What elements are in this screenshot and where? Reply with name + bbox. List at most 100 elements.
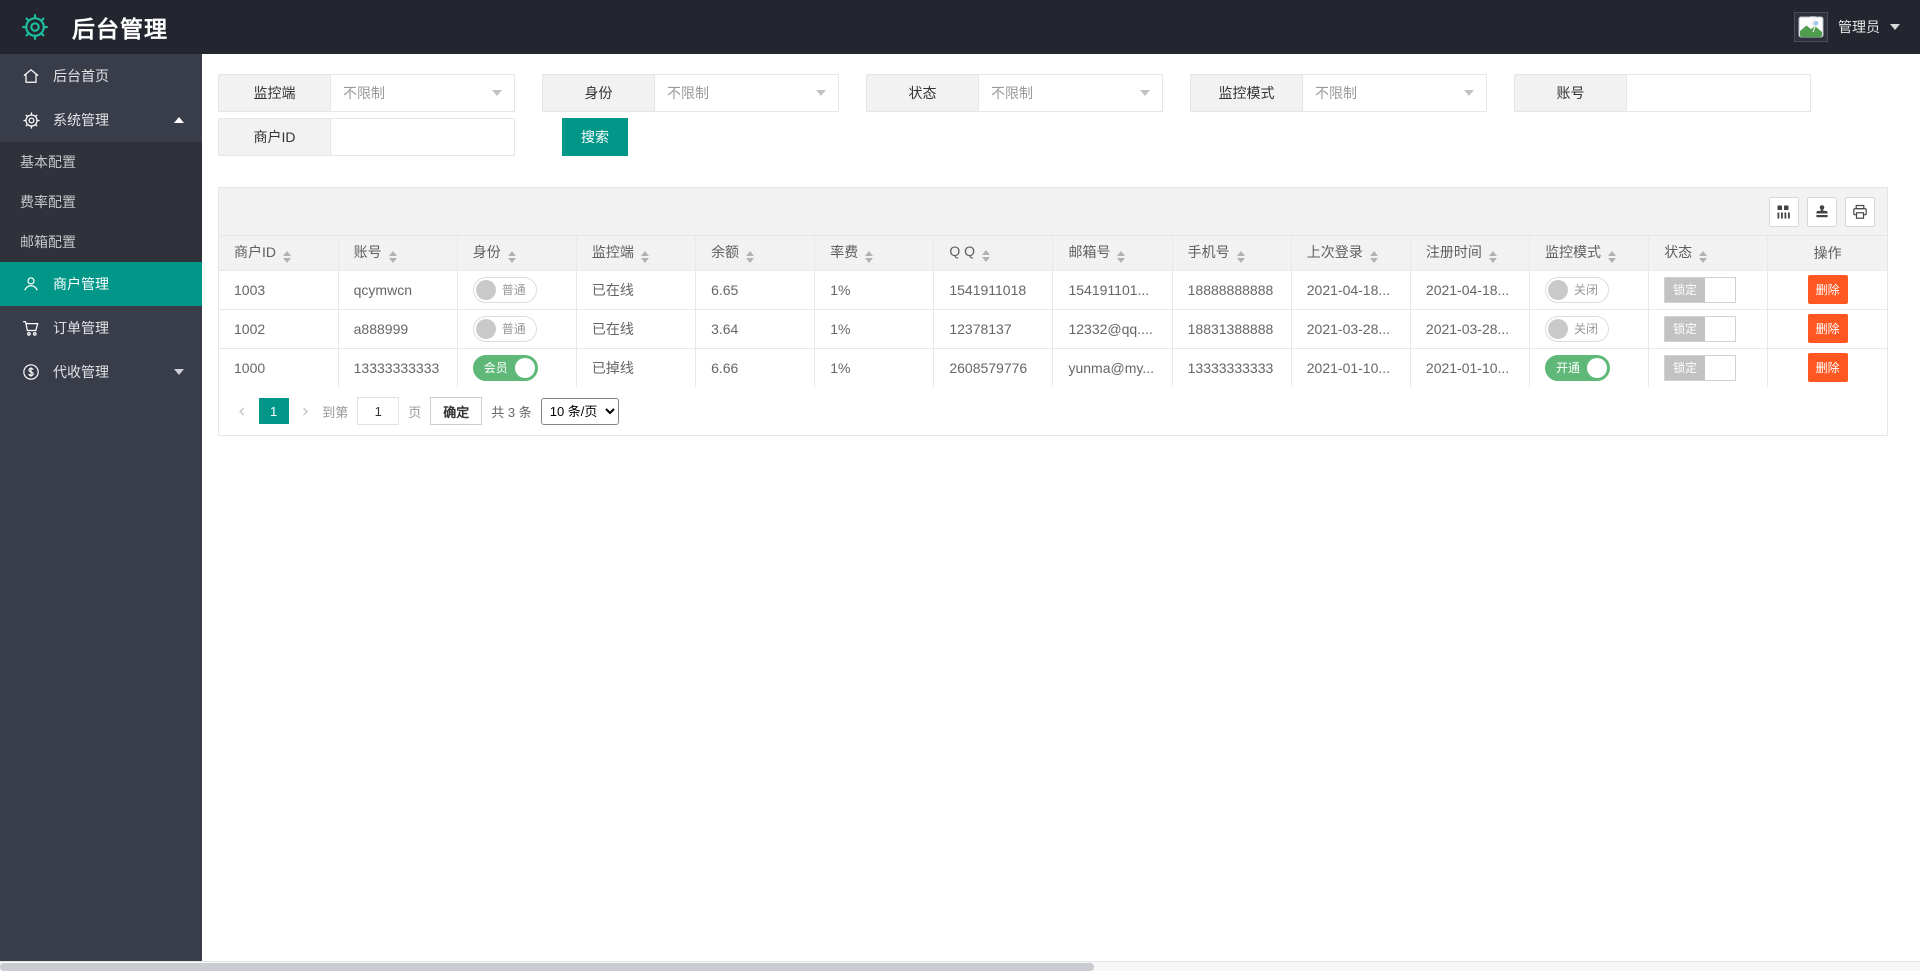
user-name: 管理员: [1838, 17, 1880, 37]
sort-icon[interactable]: [1370, 251, 1378, 263]
sort-icon[interactable]: [1608, 251, 1616, 263]
gear-logo-icon: [20, 12, 50, 42]
lock-toggle[interactable]: 锁定: [1664, 355, 1736, 381]
goto-suffix-label: 页: [408, 402, 421, 421]
scrollbar-thumb[interactable]: [0, 963, 1094, 971]
chevron-down-icon: [1464, 90, 1474, 96]
column-header[interactable]: 账号: [338, 236, 457, 270]
toolbar-columns-icon[interactable]: [1769, 197, 1799, 227]
column-label: 上次登录: [1307, 244, 1363, 260]
sort-icon[interactable]: [865, 251, 873, 263]
sidebar-item-label: 后台首页: [53, 66, 109, 86]
table-row: 1003qcymwcn普通已在线6.651%154191101815419110…: [219, 270, 1887, 309]
delete-button[interactable]: 删除: [1808, 275, 1848, 304]
sort-icon[interactable]: [508, 251, 516, 263]
table-body: 1003qcymwcn普通已在线6.651%154191101815419110…: [219, 270, 1887, 387]
sidebar-item-email-config[interactable]: 邮箱配置: [0, 222, 202, 262]
home-icon: [20, 65, 42, 87]
toolbar-export-icon[interactable]: [1807, 197, 1837, 227]
cell-email: 154191101...: [1053, 270, 1172, 309]
sort-icon[interactable]: [1699, 251, 1707, 263]
column-header[interactable]: 身份: [457, 236, 576, 270]
filter-group-account: 账号: [1514, 74, 1811, 112]
delete-button[interactable]: 删除: [1808, 353, 1848, 382]
column-header[interactable]: 操作: [1768, 236, 1887, 270]
sort-icon[interactable]: [1237, 251, 1245, 263]
identity-toggle[interactable]: 会员: [473, 355, 538, 381]
monitor_mode-toggle[interactable]: 开通: [1545, 355, 1610, 381]
column-header[interactable]: 率费: [815, 236, 934, 270]
toolbar-print-icon[interactable]: [1845, 197, 1875, 227]
column-header[interactable]: Q Q: [934, 236, 1053, 270]
goto-page-input[interactable]: [357, 397, 399, 425]
sidebar-item-label: 系统管理: [53, 110, 109, 130]
page-size-select[interactable]: 10 条/页: [541, 398, 619, 425]
sidebar-item-collection-mgmt[interactable]: 代收管理: [0, 350, 202, 394]
sidebar-item-merchant-mgmt[interactable]: 商户管理: [0, 262, 202, 306]
column-header[interactable]: 监控模式: [1530, 236, 1649, 270]
chevron-right-icon[interactable]: ›: [298, 402, 314, 421]
column-header[interactable]: 监控端: [576, 236, 695, 270]
filter-select-monitor-client[interactable]: 不限制: [331, 75, 514, 111]
column-header[interactable]: 注册时间: [1410, 236, 1529, 270]
column-header[interactable]: 邮箱号: [1053, 236, 1172, 270]
filter-select-status[interactable]: 不限制: [979, 75, 1162, 111]
sort-icon[interactable]: [1489, 251, 1497, 263]
filter-select-value: 不限制: [991, 83, 1033, 103]
chevron-left-icon[interactable]: ‹: [234, 402, 250, 421]
column-label: 注册时间: [1426, 244, 1482, 260]
column-header[interactable]: 余额: [696, 236, 815, 270]
cell-balance: 3.64: [696, 309, 815, 348]
delete-button[interactable]: 删除: [1808, 314, 1848, 343]
table-row: 100013333333333会员已掉线6.661%2608579776yunm…: [219, 348, 1887, 387]
chevron-down-icon: [174, 369, 184, 375]
user-menu[interactable]: 管理员: [1794, 12, 1900, 42]
confirm-button[interactable]: 确定: [430, 397, 482, 425]
sidebar-item-basic-config[interactable]: 基本配置: [0, 142, 202, 182]
sort-icon[interactable]: [1117, 251, 1125, 263]
main-content: 监控端不限制身份不限制状态不限制监控模式不限制账号 商户ID搜索 商户ID账号身…: [202, 54, 1920, 971]
sidebar-item-order-mgmt[interactable]: 订单管理: [0, 306, 202, 350]
column-header[interactable]: 商户ID: [219, 236, 338, 270]
cell-qq: 1541911018: [934, 270, 1053, 309]
column-label: 手机号: [1188, 244, 1230, 260]
identity-toggle[interactable]: 普通: [473, 316, 537, 342]
sort-icon[interactable]: [982, 250, 990, 262]
gear-icon: [20, 109, 42, 131]
page-button-1[interactable]: 1: [259, 398, 289, 424]
column-header[interactable]: 上次登录: [1291, 236, 1410, 270]
column-header[interactable]: 状态: [1649, 236, 1768, 270]
monitor_mode-toggle[interactable]: 关闭: [1545, 277, 1609, 303]
sort-icon[interactable]: [746, 251, 754, 263]
sort-icon[interactable]: [641, 251, 649, 263]
horizontal-scrollbar[interactable]: [0, 961, 1920, 971]
cell-register_time: 2021-01-10...: [1410, 348, 1529, 387]
lock-toggle[interactable]: 锁定: [1664, 316, 1736, 342]
monitor_mode-toggle[interactable]: 关闭: [1545, 316, 1609, 342]
cell-email: yunma@my...: [1053, 348, 1172, 387]
sidebar-item-label: 基本配置: [20, 152, 76, 172]
cell-last_login: 2021-01-10...: [1291, 348, 1410, 387]
sort-icon[interactable]: [283, 251, 291, 263]
cell-merchant_id: 1000: [219, 348, 338, 387]
sidebar-item-rate-config[interactable]: 费率配置: [0, 182, 202, 222]
identity-toggle[interactable]: 普通: [473, 277, 537, 303]
cell-monitor_client: 已在线: [576, 270, 695, 309]
filter-input-account[interactable]: [1639, 85, 1798, 101]
cell-phone: 13333333333: [1172, 348, 1291, 387]
filter-select-identity[interactable]: 不限制: [655, 75, 838, 111]
filter-input-merchant-id[interactable]: [343, 129, 502, 145]
filter-select-monitor-mode[interactable]: 不限制: [1303, 75, 1486, 111]
sidebar-item-label: 订单管理: [53, 318, 109, 338]
cell-register_time: 2021-04-18...: [1410, 270, 1529, 309]
lock-toggle[interactable]: 锁定: [1664, 277, 1736, 303]
filter-label: 监控端: [219, 75, 331, 111]
search-button[interactable]: 搜索: [562, 118, 628, 156]
sidebar-item-home[interactable]: 后台首页: [0, 54, 202, 98]
column-header[interactable]: 手机号: [1172, 236, 1291, 270]
sidebar-item-system[interactable]: 系统管理: [0, 98, 202, 142]
sort-icon[interactable]: [389, 251, 397, 263]
filter-group-monitor-mode: 监控模式不限制: [1190, 74, 1487, 112]
column-label: 商户ID: [234, 244, 276, 260]
cell-monitor_client: 已掉线: [576, 348, 695, 387]
